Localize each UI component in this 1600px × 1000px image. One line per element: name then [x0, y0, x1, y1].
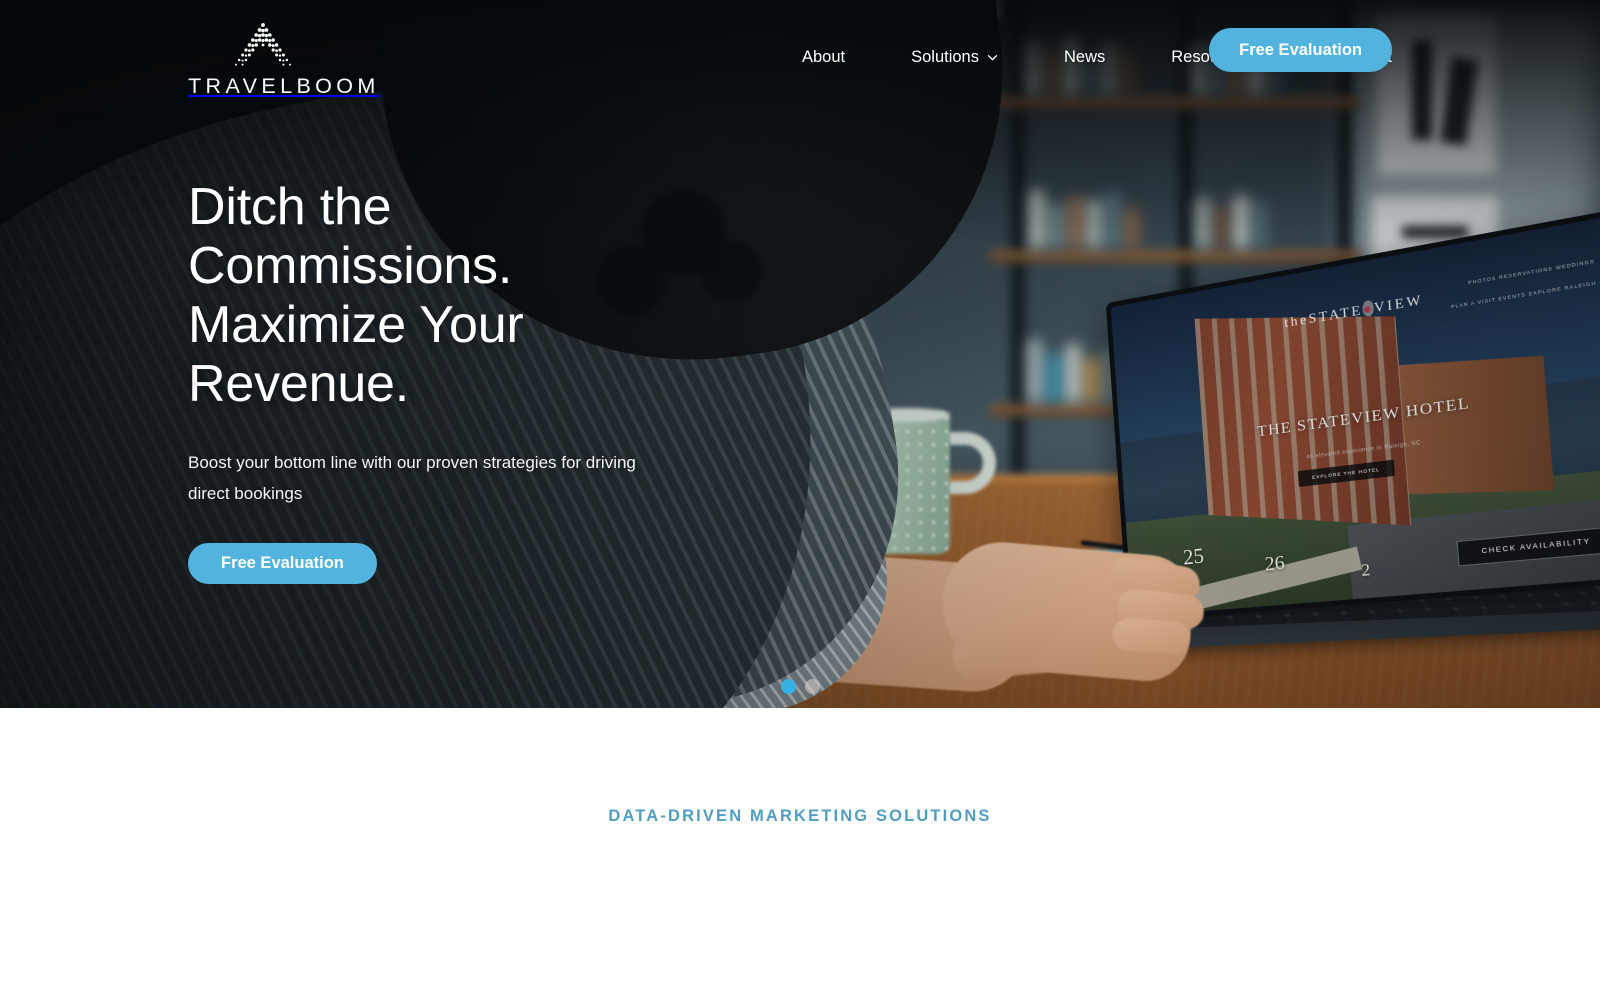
hero-subtitle: Boost your bottom line with our proven s…	[188, 453, 636, 503]
carousel-dot-2[interactable]	[804, 679, 820, 694]
brand-name: TRAVELBOOM	[188, 74, 380, 98]
page-root: theSTATE●VIEW PHOTOS RESERVATIONS WEDDIN…	[0, 0, 1600, 1000]
nav-item-about[interactable]: About	[802, 48, 845, 67]
solutions-section: DATA-DRIVEN MARKETING SOLUTIONS	[0, 708, 1600, 1000]
hero-title-line-3: Maximize Your	[188, 296, 524, 354]
nav-item-solutions[interactable]: Solutions	[911, 48, 998, 67]
hero-title: Ditch the Commissions. Maximize Your Rev…	[188, 178, 808, 414]
hero-title-line-2: Commissions.	[188, 237, 513, 295]
site-header: TRAVELBOOM About Solutions News Resource…	[0, 0, 1600, 124]
carousel-pagination	[0, 679, 1600, 694]
carousel-dot-1[interactable]	[780, 679, 796, 694]
hero-section: theSTATE●VIEW PHOTOS RESERVATIONS WEDDIN…	[0, 0, 1600, 708]
hero-title-line-4: Revenue.	[188, 355, 409, 413]
main-navigation: About Solutions News Resources	[802, 28, 1392, 72]
section-eyebrow-heading: DATA-DRIVEN MARKETING SOLUTIONS	[608, 807, 992, 825]
hero-title-line-1: Ditch the	[188, 178, 392, 236]
hero-content: Ditch the Commissions. Maximize Your Rev…	[188, 178, 808, 584]
nav-label-news: News	[1063, 48, 1106, 66]
nav-item-news[interactable]: News	[1064, 48, 1105, 67]
nav-label-solutions: Solutions	[911, 48, 979, 66]
hero-free-evaluation-button[interactable]: Free Evaluation	[188, 543, 377, 584]
chevron-down-icon	[987, 55, 998, 61]
dotted-chevron-logo-icon	[235, 23, 291, 66]
nav-label-about: About	[801, 48, 846, 66]
header-free-evaluation-button[interactable]: Free Evaluation	[1209, 28, 1392, 72]
brand-logo[interactable]: TRAVELBOOM	[188, 22, 380, 99]
